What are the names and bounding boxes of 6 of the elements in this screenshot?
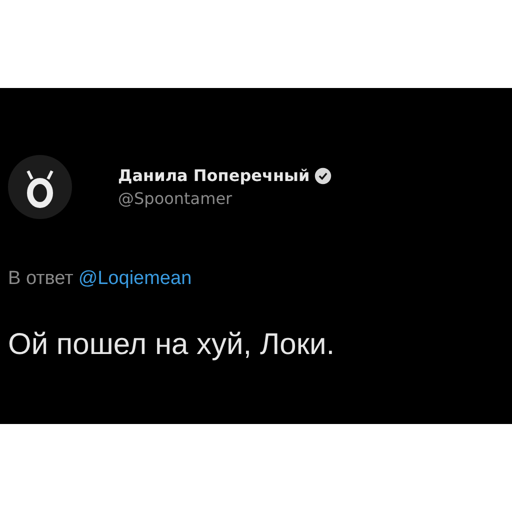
reply-label: В ответ (8, 268, 74, 290)
avatar-icon[interactable] (8, 155, 72, 219)
reply-handle-link[interactable]: @Loqiemean (78, 268, 192, 290)
tweet-text: Ой пошел на хуй, Локи. (8, 328, 336, 362)
author-name[interactable]: Данила Поперечный (118, 166, 310, 185)
author-handle[interactable]: @Spoontamer (118, 189, 332, 208)
